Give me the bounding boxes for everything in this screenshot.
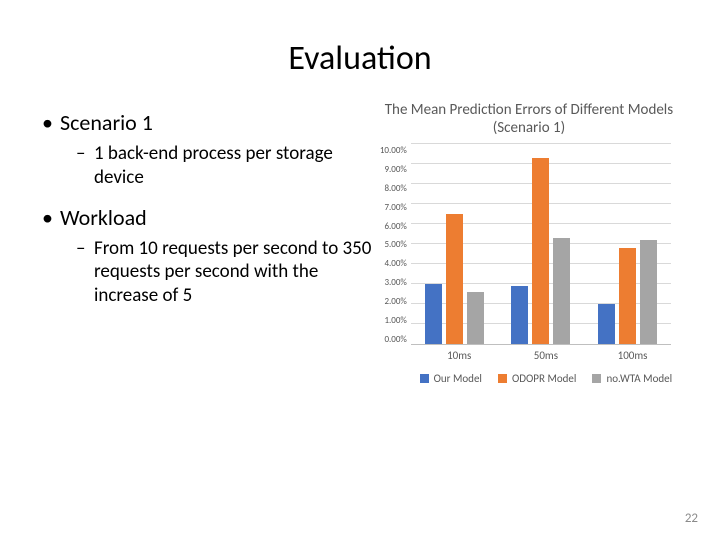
bar — [532, 158, 549, 344]
legend-label: Our Model — [434, 372, 482, 385]
x-tick: 100ms — [589, 349, 676, 362]
y-tick: 6.00% — [384, 221, 406, 232]
y-tick: 2.00% — [384, 296, 406, 307]
bar — [446, 214, 463, 344]
page-title: Evaluation — [42, 38, 678, 79]
legend-item: Our Model — [420, 372, 482, 385]
bar — [619, 248, 636, 344]
legend-swatch-icon — [420, 374, 429, 383]
y-axis: 10.00% 9.00% 8.00% 7.00% 6.00% 5.00% 4.0… — [380, 145, 411, 345]
y-tick: 3.00% — [384, 277, 406, 288]
y-tick: 9.00% — [384, 164, 406, 175]
bar — [553, 238, 570, 344]
page-number: 22 — [685, 511, 698, 526]
chart-column: The Mean Prediction Errors of Different … — [380, 101, 678, 385]
body-row: Scenario 1 1 back-end process per storag… — [42, 101, 678, 385]
chart-title: The Mean Prediction Errors of Different … — [380, 101, 678, 137]
bar — [640, 240, 657, 344]
bar-group — [506, 158, 576, 344]
y-tick: 4.00% — [384, 258, 406, 269]
y-tick: 8.00% — [384, 183, 406, 194]
x-axis: 10ms 50ms 100ms — [416, 345, 676, 362]
bar — [467, 292, 484, 344]
bullet-scenario-detail: 1 back-end process per storage device — [42, 142, 380, 190]
y-tick: 5.00% — [384, 239, 406, 250]
bullet-workload-detail: From 10 requests per second to 350 reque… — [42, 237, 380, 308]
legend-swatch-icon — [498, 374, 507, 383]
text-column: Scenario 1 1 back-end process per storag… — [42, 101, 380, 385]
bar-group — [419, 214, 489, 344]
legend-label: no.WTA Model — [606, 372, 672, 385]
y-tick: 1.00% — [384, 315, 406, 326]
legend-item: no.WTA Model — [592, 372, 672, 385]
chart-area: 10.00% 9.00% 8.00% 7.00% 6.00% 5.00% 4.0… — [380, 145, 678, 345]
bar-group — [592, 240, 662, 344]
bar — [598, 304, 615, 344]
slide: Evaluation Scenario 1 1 back-end process… — [0, 0, 720, 540]
x-tick: 50ms — [503, 349, 590, 362]
bullet-scenario: Scenario 1 — [42, 109, 380, 136]
legend-label: ODOPR Model — [512, 372, 576, 385]
y-tick: 10.00% — [380, 145, 407, 156]
y-tick: 7.00% — [384, 202, 406, 213]
bullet-workload: Workload — [42, 204, 380, 231]
bar — [511, 286, 528, 344]
plot-area — [411, 145, 671, 345]
x-tick: 10ms — [416, 349, 503, 362]
grid-line — [411, 143, 671, 144]
legend: Our Model ODOPR Model no.WTA Model — [416, 372, 676, 385]
legend-item: ODOPR Model — [498, 372, 576, 385]
y-tick: 0.00% — [384, 334, 406, 345]
bar — [425, 284, 442, 344]
legend-swatch-icon — [592, 374, 601, 383]
